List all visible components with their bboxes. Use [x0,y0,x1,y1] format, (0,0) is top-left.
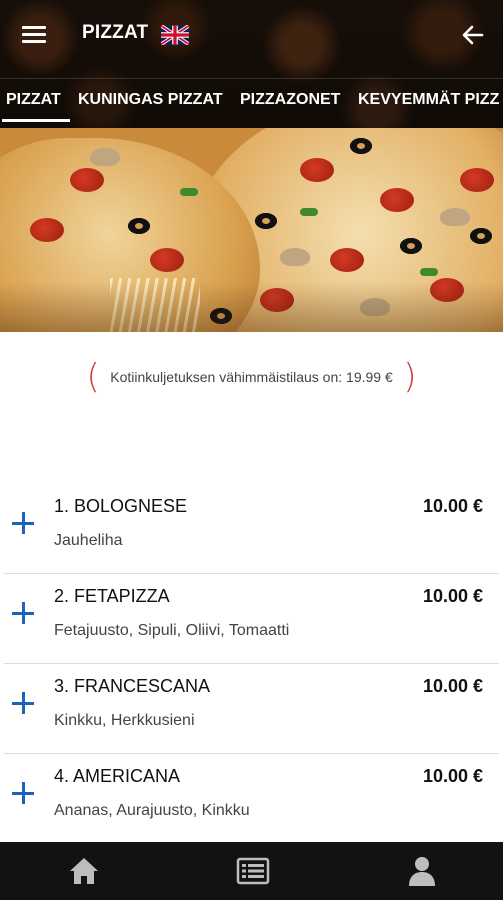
item-description: Jauheliha [54,532,123,549]
minimum-order-text: Kotiinkuljetuksen vähimmäistilaus on: 19… [110,369,393,385]
item-price: 10.00 € [422,676,483,696]
uk-flag-icon[interactable] [161,25,189,45]
item-description: Ananas, Aurajuusto, Kinkku [54,802,250,819]
top-bar: PIZZAT [0,0,503,68]
back-arrow-icon[interactable] [460,22,486,48]
item-price: 10.00 € [422,496,483,516]
category-tabs: PIZZAT KUNINGAS PIZZAT PIZZAZONET KEVYEM… [0,78,503,125]
list-item[interactable]: 4. AMERICANA 10.00 € Ananas, Aurajuusto,… [4,754,499,844]
home-icon[interactable] [64,852,104,890]
item-name: 3. FRANCESCANA [54,676,211,696]
list-item[interactable]: 2. FETAPIZZA 10.00 € Fetajuusto, Sipuli,… [4,574,499,664]
open-parenthesis: ( [86,357,100,397]
item-price: 10.00 € [422,766,483,786]
menu-list-icon[interactable] [233,852,273,890]
app-header: PIZZAT PIZZAT KUNINGAS PIZZAT PIZZAZONET… [0,0,503,128]
item-description: Kinkku, Herkkusieni [54,712,195,729]
menu-list: 1. BOLOGNESE 10.00 € Jauheliha 2. FETAPI… [0,484,503,844]
item-description: Fetajuusto, Sipuli, Oliivi, Tomaatti [54,622,290,639]
active-tab-indicator [2,119,70,122]
item-name: 4. AMERICANA [54,766,181,786]
tab-pizzazonet[interactable]: PIZZAZONET [240,91,340,109]
tab-pizzat[interactable]: PIZZAT [6,91,61,109]
list-item[interactable]: 3. FRANCESCANA 10.00 € Kinkku, Herkkusie… [4,664,499,754]
list-item[interactable]: 1. BOLOGNESE 10.00 € Jauheliha [4,484,499,574]
add-to-cart-icon[interactable] [12,602,34,624]
page-title: PIZZAT [82,22,149,43]
item-name: 2. FETAPIZZA [54,586,170,606]
user-icon[interactable] [402,852,442,890]
add-to-cart-icon[interactable] [12,782,34,804]
tab-kevyemmat-pizzat[interactable]: KEVYEMMÄT PIZZ [358,91,499,109]
minimum-order-notice: ( Kotiinkuljetuksen vähimmäistilaus on: … [0,360,503,408]
add-to-cart-icon[interactable] [12,692,34,714]
pizza-hero-image [0,128,503,332]
close-parenthesis: ) [403,357,417,397]
tab-kuningas-pizzat[interactable]: KUNINGAS PIZZAT [78,91,223,109]
item-price: 10.00 € [422,586,483,606]
item-name: 1. BOLOGNESE [54,496,188,516]
bottom-navigation [0,842,503,900]
add-to-cart-icon[interactable] [12,512,34,534]
hamburger-icon[interactable] [22,26,46,44]
